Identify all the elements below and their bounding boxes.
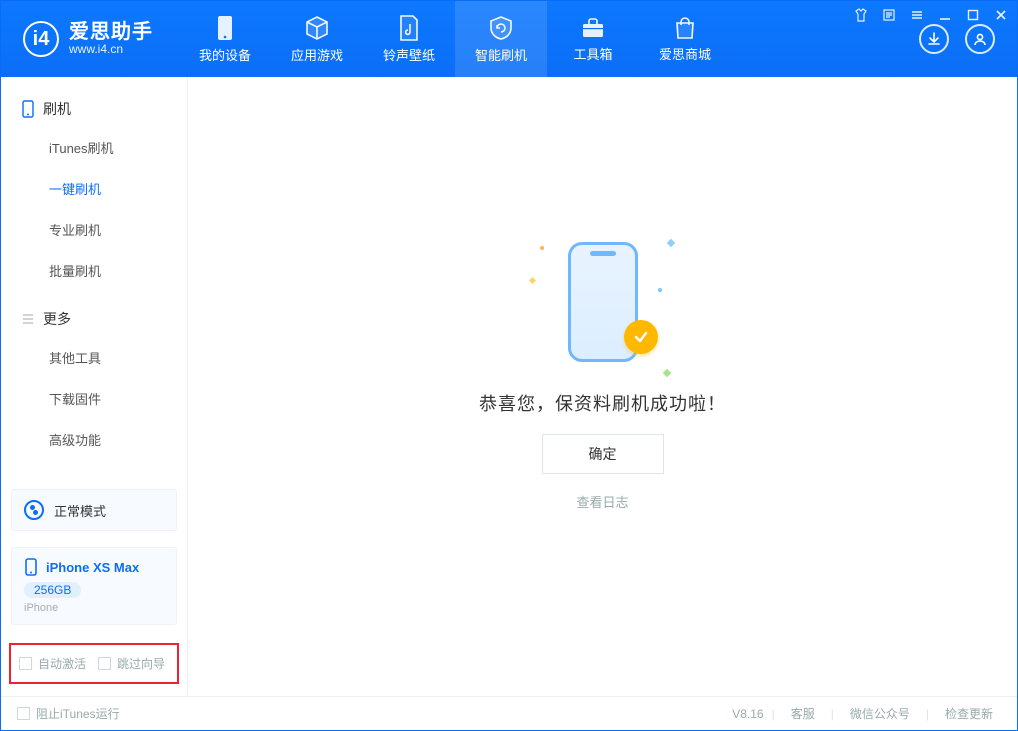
menu-icon bbox=[910, 8, 924, 22]
toolbox-icon bbox=[580, 16, 606, 40]
success-message: 恭喜您，保资料刷机成功啦！ bbox=[479, 390, 726, 416]
nav-apps-games[interactable]: 应用游戏 bbox=[271, 1, 363, 77]
nav-label: 铃声壁纸 bbox=[383, 45, 435, 64]
nav-label: 爱思商城 bbox=[659, 44, 711, 63]
nav-ringtones-wallpapers[interactable]: 铃声壁纸 bbox=[363, 1, 455, 77]
maximize-icon bbox=[966, 8, 980, 22]
nav-label: 工具箱 bbox=[573, 44, 612, 63]
app-window: i4 爱思助手 www.i4.cn 我的设备 应用游戏 铃声壁纸 智能刷机 bbox=[0, 0, 1018, 731]
checkbox-icon bbox=[17, 707, 30, 720]
cube-icon bbox=[304, 15, 330, 41]
check-badge-icon bbox=[624, 320, 658, 354]
sidebar-item-itunes-flash[interactable]: iTunes刷机 bbox=[1, 127, 187, 168]
sidebar-item-other-tools[interactable]: 其他工具 bbox=[1, 337, 187, 378]
refresh-shield-icon bbox=[488, 15, 514, 41]
status-bar: 阻止iTunes运行 V8.16 | 客服 | 微信公众号 | 检查更新 bbox=[1, 696, 1017, 730]
user-icon bbox=[973, 32, 987, 46]
view-log-link[interactable]: 查看日志 bbox=[576, 492, 628, 511]
sidebar-section-flash: 刷机 bbox=[1, 91, 187, 127]
divider: | bbox=[926, 707, 929, 721]
divider: | bbox=[772, 707, 775, 721]
checkbox-skip-guide[interactable]: 跳过向导 bbox=[98, 655, 165, 672]
window-controls bbox=[853, 7, 1009, 23]
checkbox-auto-activate[interactable]: 自动激活 bbox=[19, 655, 86, 672]
shirt-icon bbox=[854, 8, 868, 22]
feedback-button[interactable] bbox=[881, 7, 897, 23]
checkbox-label: 自动激活 bbox=[38, 655, 86, 672]
support-link[interactable]: 客服 bbox=[783, 705, 823, 722]
header: i4 爱思助手 www.i4.cn 我的设备 应用游戏 铃声壁纸 智能刷机 bbox=[1, 1, 1017, 77]
logo-area: i4 爱思助手 www.i4.cn bbox=[1, 1, 171, 77]
dot-icon bbox=[540, 246, 544, 250]
checkbox-icon bbox=[19, 657, 32, 670]
mode-icon bbox=[24, 500, 44, 520]
sparkle-icon bbox=[662, 369, 670, 377]
divider: | bbox=[831, 707, 834, 721]
content-area: 恭喜您，保资料刷机成功啦！ 确定 查看日志 bbox=[188, 77, 1017, 696]
nav-toolbox[interactable]: 工具箱 bbox=[547, 1, 639, 77]
checkbox-icon bbox=[98, 657, 111, 670]
device-name-row: iPhone XS Max bbox=[24, 558, 164, 576]
sparkle-icon bbox=[666, 239, 674, 247]
note-icon bbox=[882, 8, 896, 22]
device-storage: 256GB bbox=[24, 582, 81, 598]
section-title: 刷机 bbox=[43, 99, 71, 119]
close-icon bbox=[994, 8, 1008, 22]
download-button[interactable] bbox=[919, 24, 949, 54]
logo-text: 爱思助手 www.i4.cn bbox=[69, 21, 153, 56]
sidebar-item-advanced[interactable]: 高级功能 bbox=[1, 419, 187, 460]
nav-label: 智能刷机 bbox=[475, 45, 527, 64]
dot-icon bbox=[658, 288, 662, 292]
checkbox-block-itunes[interactable]: 阻止iTunes运行 bbox=[17, 705, 120, 722]
success-illustration bbox=[538, 232, 668, 372]
ok-button[interactable]: 确定 bbox=[542, 434, 664, 474]
app-url: www.i4.cn bbox=[69, 43, 153, 56]
mode-card[interactable]: 正常模式 bbox=[11, 489, 177, 531]
download-icon bbox=[927, 32, 941, 46]
minimize-icon bbox=[938, 8, 952, 22]
music-file-icon bbox=[398, 15, 420, 41]
statusbar-right: V8.16 | 客服 | 微信公众号 | 检查更新 bbox=[732, 705, 1001, 722]
options-highlight-box: 自动激活 跳过向导 bbox=[9, 643, 179, 684]
checkbox-label: 阻止iTunes运行 bbox=[36, 705, 120, 722]
sparkle-icon bbox=[528, 277, 535, 284]
menu-button[interactable] bbox=[909, 7, 925, 23]
list-icon bbox=[21, 312, 35, 326]
sidebar-item-download-firmware[interactable]: 下载固件 bbox=[1, 378, 187, 419]
top-nav: 我的设备 应用游戏 铃声壁纸 智能刷机 工具箱 爱思商城 bbox=[179, 1, 731, 77]
body: 刷机 iTunes刷机 一键刷机 专业刷机 批量刷机 更多 其他工具 下载固件 … bbox=[1, 77, 1017, 696]
device-sub: iPhone bbox=[24, 602, 164, 614]
nav-store[interactable]: 爱思商城 bbox=[639, 1, 731, 77]
user-button[interactable] bbox=[965, 24, 995, 54]
result-panel: 恭喜您，保资料刷机成功啦！ 确定 查看日志 bbox=[479, 232, 726, 511]
device-name: iPhone XS Max bbox=[46, 560, 139, 575]
sidebar-item-batch-flash[interactable]: 批量刷机 bbox=[1, 250, 187, 291]
sidebar-section-more: 更多 bbox=[1, 301, 187, 337]
close-button[interactable] bbox=[993, 7, 1009, 23]
device-card[interactable]: iPhone XS Max 256GB iPhone bbox=[11, 547, 177, 625]
maximize-button[interactable] bbox=[965, 7, 981, 23]
sidebar-item-oneclick-flash[interactable]: 一键刷机 bbox=[1, 168, 187, 209]
minimize-button[interactable] bbox=[937, 7, 953, 23]
app-name: 爱思助手 bbox=[69, 21, 153, 43]
bag-icon bbox=[673, 16, 697, 40]
sidebar: 刷机 iTunes刷机 一键刷机 专业刷机 批量刷机 更多 其他工具 下载固件 … bbox=[1, 77, 188, 696]
wechat-link[interactable]: 微信公众号 bbox=[842, 705, 918, 722]
skin-button[interactable] bbox=[853, 7, 869, 23]
nav-my-device[interactable]: 我的设备 bbox=[179, 1, 271, 77]
section-title: 更多 bbox=[43, 309, 71, 329]
sidebar-item-pro-flash[interactable]: 专业刷机 bbox=[1, 209, 187, 250]
mode-label: 正常模式 bbox=[54, 501, 106, 520]
nav-label: 我的设备 bbox=[199, 45, 251, 64]
nav-smart-flash[interactable]: 智能刷机 bbox=[455, 1, 547, 77]
version-label: V8.16 bbox=[732, 707, 763, 721]
check-update-link[interactable]: 检查更新 bbox=[937, 705, 1001, 722]
app-logo-icon: i4 bbox=[23, 21, 59, 57]
device-small-icon bbox=[21, 100, 35, 118]
checkbox-label: 跳过向导 bbox=[117, 655, 165, 672]
phone-icon bbox=[214, 15, 236, 41]
nav-label: 应用游戏 bbox=[291, 45, 343, 64]
phone-small-icon bbox=[24, 558, 38, 576]
